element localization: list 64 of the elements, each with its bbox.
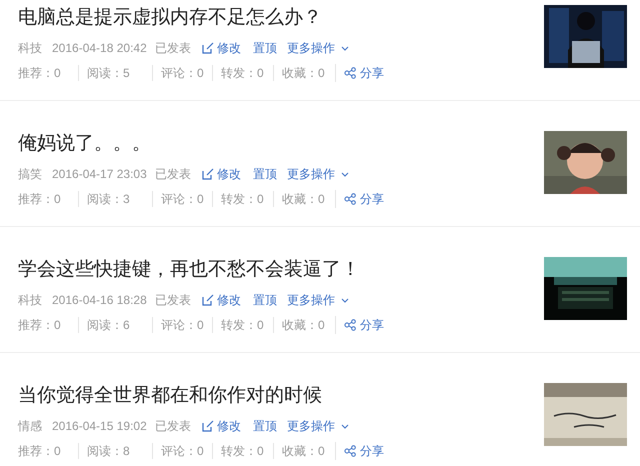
pin-button[interactable]: 置顶 (253, 165, 277, 183)
share-icon (344, 319, 356, 331)
stat-label: 推荐：0 (18, 191, 61, 208)
share-button[interactable]: 分享 (335, 64, 384, 82)
category-label: 搞笑 (18, 166, 43, 183)
stat-label: 阅读：5 (87, 65, 130, 82)
publish-date: 2016-04-18 20:42 (52, 40, 148, 57)
more-actions-button[interactable]: 更多操作 (287, 39, 349, 57)
stat-label: 转发：0 (221, 443, 264, 460)
chevron-down-icon (341, 424, 349, 428)
status-label: 已发表 (155, 292, 192, 309)
article-title[interactable]: 学会这些快捷键，再也不愁不会装逼了！ (18, 257, 384, 283)
category-label: 科技 (18, 292, 43, 309)
stat-label: 阅读：6 (87, 317, 130, 334)
edit-button[interactable]: 修改 (202, 165, 241, 183)
chevron-down-icon (341, 46, 349, 50)
edit-icon (202, 42, 214, 54)
pin-button[interactable]: 置顶 (253, 291, 277, 309)
more-actions-button[interactable]: 更多操作 (287, 417, 349, 435)
share-button[interactable]: 分享 (335, 190, 384, 208)
stat-label: 评论：0 (161, 443, 204, 460)
share-icon (344, 67, 356, 79)
more-actions-button[interactable]: 更多操作 (287, 165, 349, 183)
share-icon (344, 445, 356, 457)
stat-label: 收藏：0 (282, 65, 325, 82)
share-button[interactable]: 分享 (335, 442, 384, 460)
stat-label: 转发：0 (221, 317, 264, 334)
stat-label: 收藏：0 (282, 191, 325, 208)
article-title[interactable]: 当你觉得全世界都在和你作对的时候 (18, 383, 384, 409)
share-icon (344, 193, 356, 205)
publish-date: 2016-04-16 18:28 (52, 292, 148, 309)
stat-label: 推荐：0 (18, 65, 61, 82)
chevron-down-icon (341, 298, 349, 302)
stat-label: 收藏：0 (282, 317, 325, 334)
publish-date: 2016-04-17 23:03 (52, 166, 148, 183)
edit-button[interactable]: 修改 (202, 291, 241, 309)
stat-label: 阅读：8 (87, 443, 130, 460)
stat-label: 转发：0 (221, 65, 264, 82)
status-label: 已发表 (155, 166, 192, 183)
stat-label: 评论：0 (161, 317, 204, 334)
pin-button[interactable]: 置顶 (253, 417, 277, 435)
edit-button[interactable]: 修改 (202, 39, 241, 57)
edit-icon (202, 420, 214, 432)
stat-label: 推荐：0 (18, 443, 61, 460)
stat-label: 评论：0 (161, 65, 204, 82)
stat-label: 收藏：0 (282, 443, 325, 460)
edit-icon (202, 294, 214, 306)
more-actions-button[interactable]: 更多操作 (287, 291, 349, 309)
stat-label: 推荐：0 (18, 317, 61, 334)
edit-button[interactable]: 修改 (202, 417, 241, 435)
article-title[interactable]: 俺妈说了。。。 (18, 131, 384, 157)
pin-button[interactable]: 置顶 (253, 39, 277, 57)
stat-label: 评论：0 (161, 191, 204, 208)
stat-label: 转发：0 (221, 191, 264, 208)
article-title[interactable]: 电脑总是提示虚拟内存不足怎么办？ (18, 5, 384, 31)
edit-icon (202, 168, 214, 180)
publish-date: 2016-04-15 19:02 (52, 418, 148, 435)
category-label: 科技 (18, 40, 43, 57)
share-button[interactable]: 分享 (335, 316, 384, 334)
category-label: 情感 (18, 418, 43, 435)
chevron-down-icon (341, 172, 349, 176)
stat-label: 阅读：3 (87, 191, 130, 208)
status-label: 已发表 (155, 418, 192, 435)
status-label: 已发表 (155, 40, 192, 57)
